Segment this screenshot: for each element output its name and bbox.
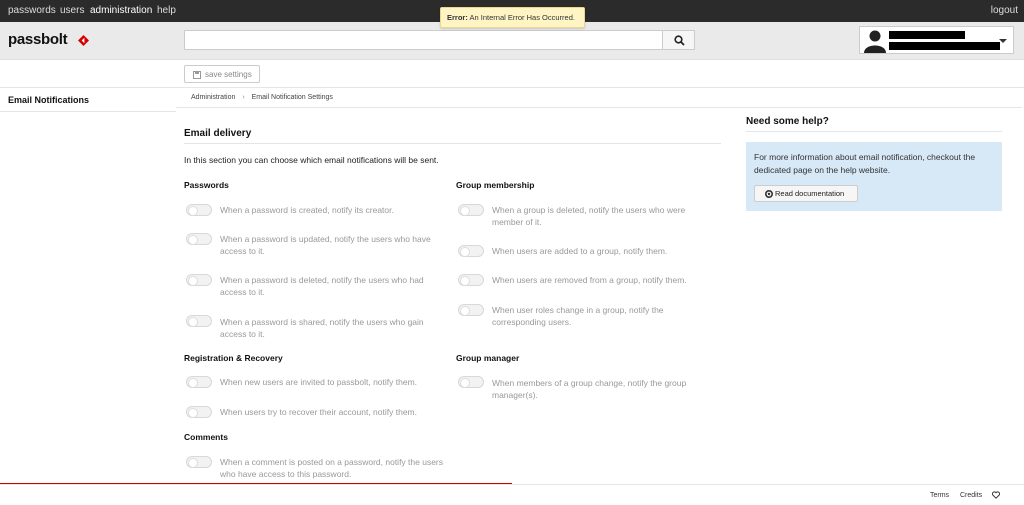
section-title-comments: Comments (184, 432, 228, 442)
user-menu[interactable] (859, 26, 1014, 54)
nav-administration[interactable]: administration (90, 5, 152, 16)
read-documentation-label: Read documentation (775, 189, 845, 198)
option-label: When new users are invited to passbolt, … (220, 377, 418, 387)
avatar-icon (864, 30, 886, 53)
toggle-roles-change[interactable] (458, 304, 484, 316)
toggle-users-invited[interactable] (186, 376, 212, 388)
heart-icon[interactable] (992, 491, 1000, 499)
breadcrumb: Administration › Email Notification Sett… (191, 94, 333, 101)
help-panel: For more information about email notific… (746, 142, 1002, 211)
sidebar-item-email-notifications[interactable]: Email Notifications (0, 88, 176, 112)
read-documentation-button[interactable]: Read documentation (754, 185, 858, 202)
toggle-members-change[interactable] (458, 376, 484, 388)
toggle-users-added[interactable] (458, 245, 484, 257)
nav-help[interactable]: help (157, 5, 176, 16)
toggle-password-created[interactable] (186, 204, 212, 216)
toggle-users-removed[interactable] (458, 274, 484, 286)
error-notification: Error: An Internal Error Has Occurred. (440, 7, 585, 28)
breadcrumb-email-notification-settings[interactable]: Email Notification Settings (252, 94, 333, 101)
nav-users[interactable]: users (60, 5, 84, 16)
logout-link[interactable]: logout (991, 5, 1018, 16)
redacted-username (889, 31, 965, 39)
save-icon (193, 71, 201, 79)
breadcrumb-administration[interactable]: Administration (191, 94, 235, 101)
option-label: When users try to recover their account,… (220, 407, 417, 417)
divider (176, 107, 1022, 108)
toggle-password-deleted[interactable] (186, 274, 212, 286)
search-icon (674, 35, 685, 46)
page-title: Email delivery (184, 128, 252, 139)
option-label: When members of a group change, notify t… (492, 378, 687, 400)
toggle-users-recover[interactable] (186, 406, 212, 418)
section-title-group-manager: Group manager (456, 353, 520, 363)
terms-link[interactable]: Terms (930, 492, 949, 499)
save-settings-button[interactable]: save settings (184, 65, 260, 83)
option-label: When a password is shared, notify the us… (220, 317, 424, 339)
option-label: When a password is deleted, notify the u… (220, 275, 424, 297)
intro-text: In this section you can choose which ema… (184, 155, 439, 165)
error-message: An Internal Error Has Occurred. (469, 13, 575, 22)
save-settings-label: save settings (205, 70, 252, 79)
error-title: Error: (447, 13, 468, 22)
search-input[interactable] (184, 30, 663, 50)
section-title-group-membership: Group membership (456, 180, 535, 190)
toggle-password-updated[interactable] (186, 233, 212, 245)
option-label: When users are removed from a group, not… (492, 275, 687, 285)
option-label: When user roles change in a group, notif… (492, 305, 664, 327)
breadcrumb-separator: › (242, 94, 245, 101)
option-label: When a password is updated, notify the u… (220, 234, 431, 256)
toggle-password-shared[interactable] (186, 315, 212, 327)
search-button[interactable] (662, 30, 695, 50)
redacted-email (889, 42, 1000, 50)
option-label: When a group is deleted, notify the user… (492, 205, 686, 227)
logo: passbolt (8, 31, 68, 48)
toggle-comment-posted[interactable] (186, 456, 212, 468)
life-ring-icon (765, 190, 773, 198)
section-title-registration: Registration & Recovery (184, 353, 283, 363)
section-title-passwords: Passwords (184, 180, 229, 190)
option-label: When users are added to a group, notify … (492, 246, 668, 256)
option-label: When a password is created, notify its c… (220, 205, 394, 215)
logo-mark-icon (78, 35, 89, 46)
footer: Terms Credits (0, 484, 1024, 505)
nav-passwords[interactable]: passwords (8, 5, 56, 16)
credits-link[interactable]: Credits (960, 492, 982, 499)
divider (746, 131, 1002, 132)
help-title: Need some help? (746, 116, 829, 127)
help-text: For more information about email notific… (754, 152, 976, 175)
chevron-down-icon (999, 39, 1007, 43)
divider (184, 143, 721, 144)
toggle-group-deleted[interactable] (458, 204, 484, 216)
option-label: When a comment is posted on a password, … (220, 457, 444, 479)
